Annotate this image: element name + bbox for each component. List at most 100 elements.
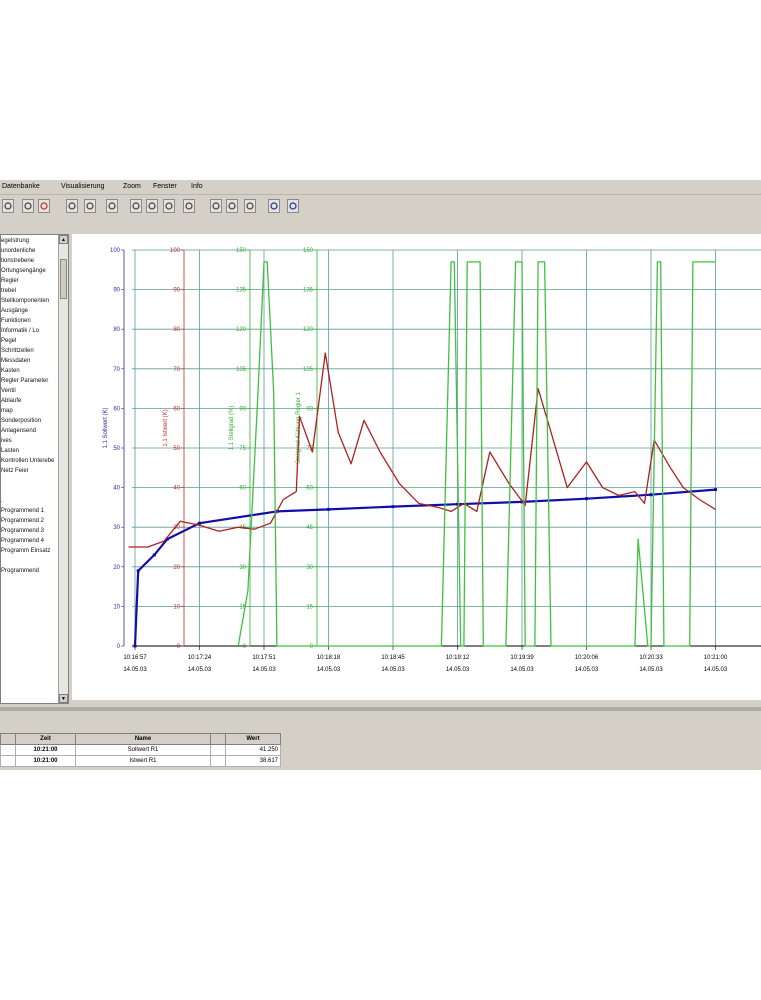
menu-visualisierung[interactable]: Visualisierung bbox=[61, 183, 104, 190]
y-tick-label: 105 bbox=[303, 367, 314, 373]
y-tick-label: 60 bbox=[173, 406, 180, 412]
menu-info[interactable]: Info bbox=[191, 183, 203, 190]
tree-item[interactable]: Programmend 2 bbox=[1, 516, 59, 526]
y-tick-label: 20 bbox=[113, 565, 120, 571]
ruler-button[interactable] bbox=[66, 199, 78, 213]
tree-item[interactable]: Ausgänge bbox=[1, 306, 59, 316]
series-point bbox=[649, 493, 653, 497]
tree-item[interactable]: Lasten bbox=[1, 446, 59, 456]
x-tick-time: 10:21:00 bbox=[704, 655, 728, 661]
tree-item[interactable]: egelstrung bbox=[1, 236, 59, 246]
marker-button[interactable] bbox=[183, 199, 195, 213]
tree-item[interactable]: Ortungsengänge bbox=[1, 266, 59, 276]
tree-item[interactable]: tionstrebene bbox=[1, 256, 59, 266]
value-table: Zeit Name Wert 10:21:00 Sollwert R1 41.250 10… bbox=[0, 733, 281, 767]
tree-item[interactable]: Programmend 3 bbox=[1, 526, 59, 536]
tree-item[interactable]: Programmend 4 bbox=[1, 536, 59, 546]
stop-button[interactable] bbox=[38, 199, 50, 213]
x-tick-date: 14.05.03 bbox=[446, 667, 470, 673]
scroll-thumb[interactable] bbox=[60, 259, 67, 299]
tree-item[interactable]: Regler bbox=[1, 276, 59, 286]
tree-item[interactable]: Funktionen bbox=[1, 316, 59, 326]
tree-item[interactable]: Regler Parameter bbox=[1, 376, 59, 386]
table-row[interactable]: 10:21:00 Istwert R1 38.617 bbox=[0, 755, 281, 767]
tree-item[interactable]: trebel bbox=[1, 286, 59, 296]
tree-item[interactable]: Kasten bbox=[1, 366, 59, 376]
scroll-up-icon[interactable]: ▲ bbox=[59, 235, 68, 244]
tree-item[interactable]: Pegel bbox=[1, 336, 59, 346]
tree-item[interactable]: map bbox=[1, 406, 59, 416]
tree-item[interactable]: Informatik / Lo bbox=[1, 326, 59, 336]
tree-item[interactable] bbox=[1, 556, 59, 566]
x-tick-date: 14.05.03 bbox=[317, 667, 341, 673]
table-row[interactable]: 10:21:00 Sollwert R1 41.250 bbox=[0, 744, 281, 756]
menu-datenbanke[interactable]: Datenbanke bbox=[2, 183, 40, 190]
x-tick-date: 14.05.03 bbox=[639, 667, 663, 673]
tree-item[interactable]: unordenliche bbox=[1, 246, 59, 256]
tree-item[interactable] bbox=[1, 476, 59, 486]
series-point bbox=[133, 644, 137, 648]
y-tick-label: 120 bbox=[236, 327, 247, 333]
zoom-out-button[interactable] bbox=[146, 199, 158, 213]
y-tick-label: 0 bbox=[117, 644, 121, 650]
menu-zoom[interactable]: Zoom bbox=[123, 183, 141, 190]
save-button[interactable] bbox=[2, 199, 14, 213]
x-tick-date: 14.05.03 bbox=[575, 667, 599, 673]
zoom-area-icon bbox=[165, 202, 173, 210]
y-tick-label: 40 bbox=[113, 486, 120, 492]
zoom-area-button[interactable] bbox=[163, 199, 175, 213]
tree-item[interactable]: Schrittzellen bbox=[1, 346, 59, 356]
scroll-down-icon[interactable]: ▼ bbox=[59, 694, 68, 703]
application-window: Datenbanke Visualisierung Zoom Fenster I… bbox=[0, 180, 761, 770]
tree-item[interactable]: Ablaufe bbox=[1, 396, 59, 406]
window-cascade-button[interactable] bbox=[287, 199, 299, 213]
column-header[interactable] bbox=[0, 733, 16, 745]
scissors-button[interactable] bbox=[84, 199, 96, 213]
tree-item[interactable]: Stellkomponenten bbox=[1, 296, 59, 306]
tree-item[interactable]: Programmend 1 bbox=[1, 506, 59, 516]
tree-item[interactable] bbox=[1, 486, 59, 496]
splitter[interactable] bbox=[0, 707, 761, 711]
zoom-fit-button[interactable] bbox=[210, 199, 222, 213]
tree-item[interactable]: Anlagensend bbox=[1, 426, 59, 436]
column-header[interactable]: Name bbox=[75, 733, 211, 745]
tree-item[interactable]: Netz Feier bbox=[1, 466, 59, 476]
y-tick-label: 10 bbox=[173, 604, 180, 610]
menu-fenster[interactable]: Fenster bbox=[153, 183, 177, 190]
column-header[interactable]: Zeit bbox=[15, 733, 76, 745]
window-tile-button[interactable] bbox=[268, 199, 280, 213]
zoom-reset-button[interactable] bbox=[226, 199, 238, 213]
y-tick-label: 135 bbox=[236, 288, 247, 294]
scissors-icon bbox=[86, 202, 94, 210]
print-button[interactable] bbox=[22, 199, 34, 213]
copy-icon bbox=[246, 202, 254, 210]
tree-scrollbar[interactable]: ▲ ▼ bbox=[58, 235, 68, 703]
tree-item[interactable]: ives bbox=[1, 436, 59, 446]
column-header[interactable] bbox=[210, 733, 226, 745]
y-tick-label: 105 bbox=[236, 367, 247, 373]
tree-item[interactable]: Messdaten bbox=[1, 356, 59, 366]
tree-item[interactable]: Programmend bbox=[1, 566, 59, 576]
export-button[interactable] bbox=[106, 199, 118, 213]
table-cell: 38.617 bbox=[225, 755, 281, 767]
table-cell: 10:21:00 bbox=[15, 755, 76, 767]
copy-button[interactable] bbox=[244, 199, 256, 213]
column-header[interactable]: Wert bbox=[225, 733, 281, 745]
tree-item[interactable]: Ventil bbox=[1, 386, 59, 396]
series-point bbox=[391, 505, 395, 509]
table-cell bbox=[0, 744, 16, 756]
y-tick-label: 50 bbox=[173, 446, 180, 452]
series-point bbox=[714, 488, 717, 492]
y-tick-label: 135 bbox=[303, 288, 314, 294]
tree-item[interactable]: . bbox=[1, 496, 59, 506]
tree-item[interactable]: Sonderposition bbox=[1, 416, 59, 426]
tree-item[interactable]: Kontrollen Unterebe bbox=[1, 456, 59, 466]
y-tick-label: 100 bbox=[170, 248, 181, 254]
tree-item[interactable]: Programm Einsatz bbox=[1, 546, 59, 556]
y-axis-label: 1.1 Istwert (K) bbox=[163, 409, 169, 446]
print-icon bbox=[24, 202, 32, 210]
export-icon bbox=[108, 202, 116, 210]
zoom-in-button[interactable] bbox=[130, 199, 142, 213]
table-cell: 41.250 bbox=[225, 744, 281, 756]
trend-chart: 10090807060504030201001.1 Sollwert (K)10… bbox=[103, 248, 761, 673]
